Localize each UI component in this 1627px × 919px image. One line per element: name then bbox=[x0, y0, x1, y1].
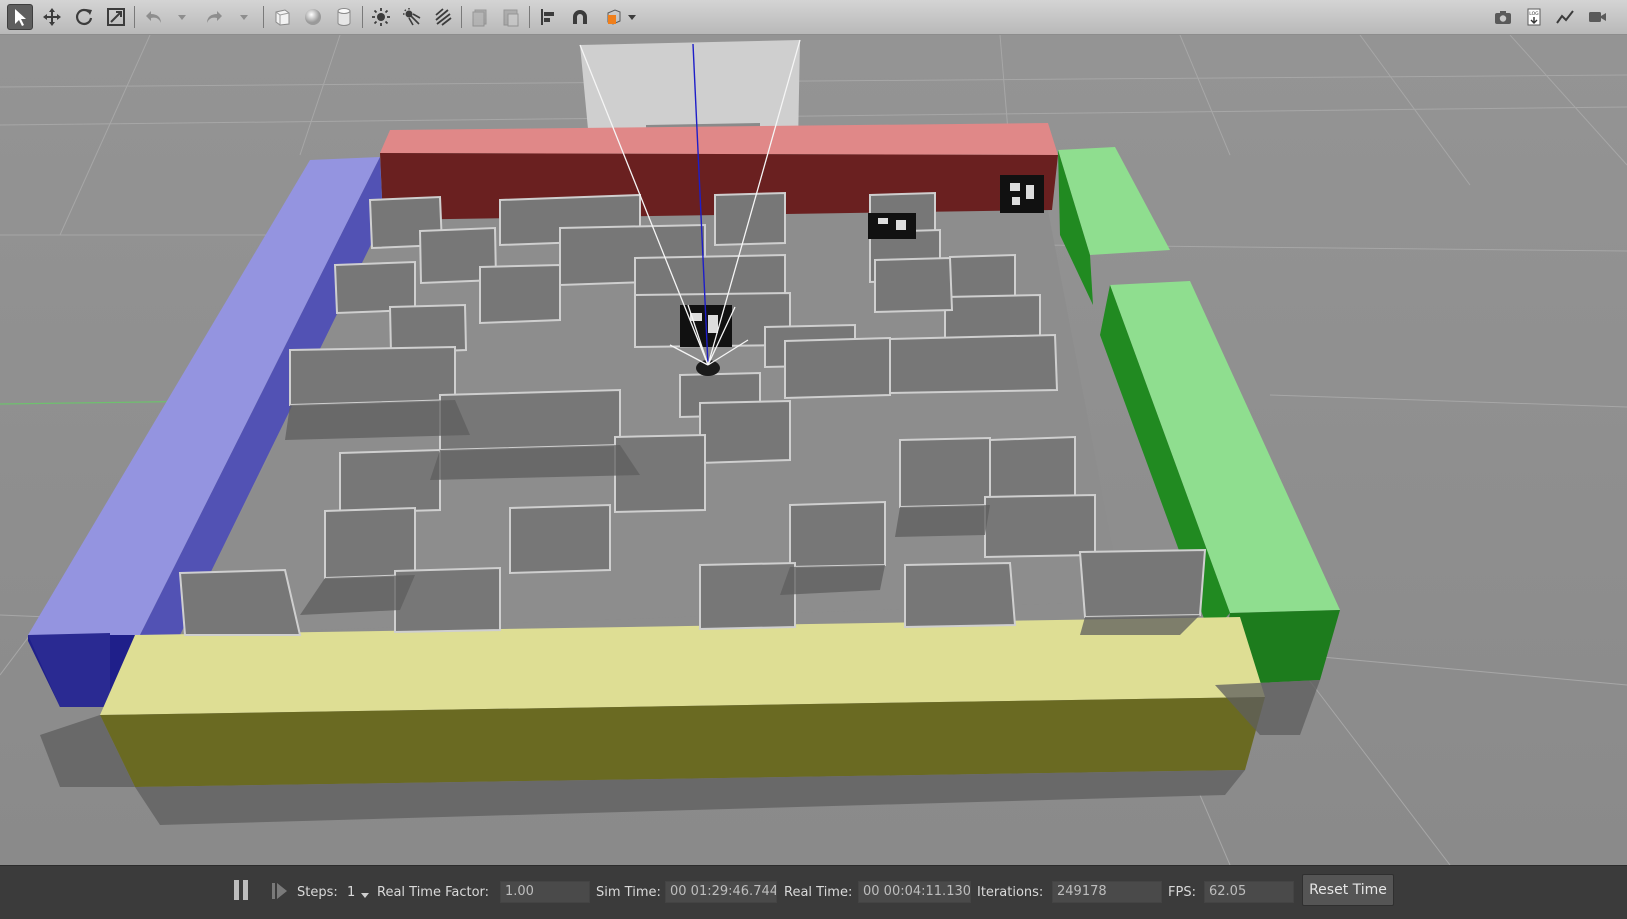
snap-icon[interactable] bbox=[567, 4, 593, 30]
real-time-label: Real Time: bbox=[784, 884, 853, 900]
real-time-value: 00 00:04:11.130 bbox=[858, 881, 971, 903]
select-mode-icon[interactable] bbox=[7, 4, 33, 30]
box-shape-icon[interactable] bbox=[269, 4, 295, 30]
iterations-label: Iterations: bbox=[977, 884, 1044, 900]
scene-render bbox=[0, 35, 1627, 865]
toolbar-separator bbox=[529, 6, 530, 28]
sim-time-label: Sim Time: bbox=[596, 884, 661, 900]
yellow-wall bbox=[100, 617, 1265, 787]
steps-value: 1 bbox=[347, 884, 356, 900]
undo-dropdown-icon[interactable] bbox=[175, 4, 189, 30]
align-icon[interactable] bbox=[536, 4, 562, 30]
undo-icon[interactable] bbox=[141, 4, 167, 30]
view-angle-icon[interactable] bbox=[601, 4, 627, 30]
spot-light-icon[interactable] bbox=[399, 4, 425, 30]
step-icon[interactable] bbox=[271, 881, 289, 901]
toolbar-separator bbox=[461, 6, 462, 28]
translate-mode-icon[interactable] bbox=[39, 4, 65, 30]
sim-time-value: 00 01:29:46.744 bbox=[665, 881, 777, 903]
plot-icon[interactable] bbox=[1552, 4, 1578, 30]
paste-icon[interactable] bbox=[498, 4, 524, 30]
pause-icon[interactable] bbox=[232, 880, 250, 900]
gazebo-window: LOG Steps: 1 Real Time Factor: 1.00 Sim … bbox=[0, 0, 1627, 919]
redo-icon[interactable] bbox=[201, 4, 227, 30]
steps-spinbox[interactable]: 1 bbox=[347, 881, 370, 903]
video-record-icon[interactable] bbox=[1584, 4, 1610, 30]
fps-value: 62.05 bbox=[1204, 881, 1294, 903]
sphere-shape-icon[interactable] bbox=[300, 4, 326, 30]
3d-viewport[interactable] bbox=[0, 35, 1627, 865]
toolbar: LOG bbox=[0, 0, 1627, 35]
reset-time-button[interactable]: Reset Time bbox=[1302, 874, 1394, 906]
screenshot-icon[interactable] bbox=[1490, 4, 1516, 30]
scale-mode-icon[interactable] bbox=[103, 4, 129, 30]
redo-dropdown-icon[interactable] bbox=[237, 4, 251, 30]
toolbar-separator bbox=[362, 6, 363, 28]
toolbar-separator bbox=[134, 6, 135, 28]
point-light-icon[interactable] bbox=[368, 4, 394, 30]
toolbar-separator bbox=[263, 6, 264, 28]
real-time-factor-label: Real Time Factor: bbox=[377, 884, 490, 900]
iterations-value: 249178 bbox=[1052, 881, 1162, 903]
fps-label: FPS: bbox=[1168, 884, 1196, 900]
log-icon[interactable]: LOG bbox=[1521, 4, 1547, 30]
view-angle-dropdown-icon[interactable] bbox=[625, 4, 639, 30]
steps-label: Steps: bbox=[297, 884, 338, 900]
directional-light-icon[interactable] bbox=[430, 4, 456, 30]
copy-icon[interactable] bbox=[467, 4, 493, 30]
real-time-factor-value: 1.00 bbox=[500, 881, 590, 903]
chevron-down-icon[interactable] bbox=[360, 891, 370, 899]
cylinder-shape-icon[interactable] bbox=[331, 4, 357, 30]
status-bar: Steps: 1 Real Time Factor: 1.00 Sim Time… bbox=[0, 865, 1627, 919]
log-badge-text: LOG bbox=[1529, 11, 1539, 17]
rotate-mode-icon[interactable] bbox=[71, 4, 97, 30]
